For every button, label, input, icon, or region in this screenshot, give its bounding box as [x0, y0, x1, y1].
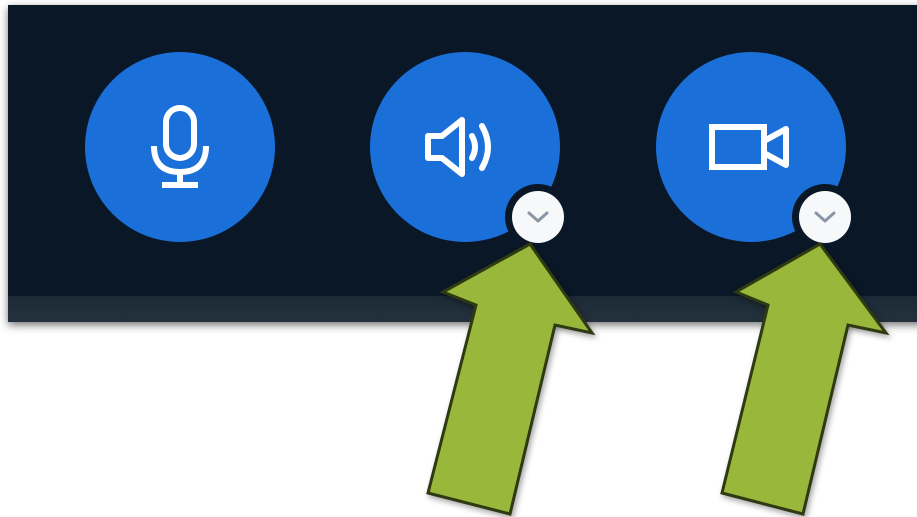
screenshot-stage	[0, 0, 917, 517]
callout-arrow-camera	[720, 242, 890, 516]
